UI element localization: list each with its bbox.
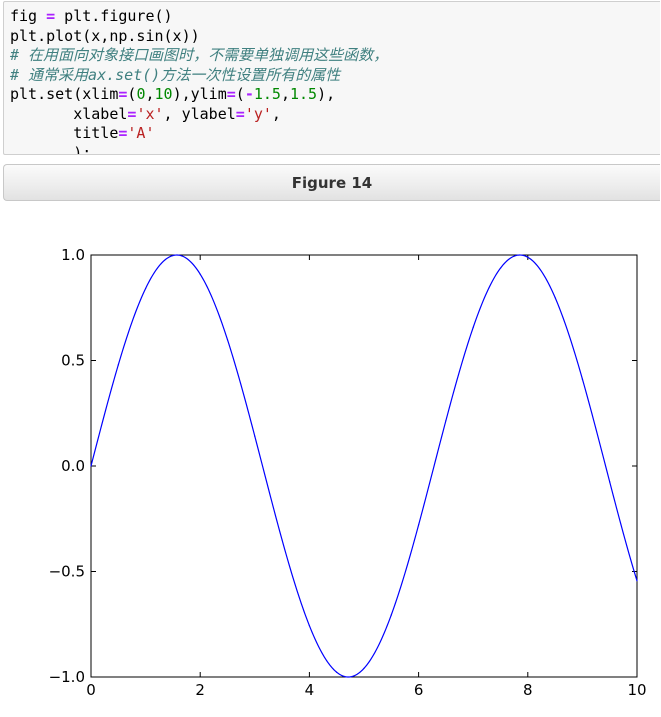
x-tick-label: 10 (627, 681, 646, 699)
code-line: ); (10, 143, 660, 155)
figure-header[interactable]: Figure 14 (3, 164, 660, 201)
code-token: title (10, 124, 119, 142)
code-token: fig (10, 7, 47, 25)
code-token: , ylabel (163, 104, 236, 123)
code-token: # 通常采用ax.set()方法一次性设置所有的属性 (10, 65, 341, 84)
data-point (336, 671, 338, 673)
code-token: - (244, 85, 254, 103)
data-point (499, 267, 502, 269)
data-point (418, 524, 420, 526)
code-line: title='A' (10, 124, 660, 144)
y-tick-label: 0.5 (61, 352, 85, 370)
code-token: 1.5 (253, 85, 281, 103)
x-tick-label: 0 (86, 681, 96, 699)
y-tick-label: 1.0 (61, 246, 85, 264)
code-line: fig = plt.figure() (10, 7, 660, 27)
data-point (554, 297, 556, 299)
y-tick-label: 0.0 (61, 457, 85, 475)
data-point (445, 420, 447, 422)
code-token: = (235, 104, 245, 123)
data-point (90, 465, 92, 467)
x-tick-label: 2 (195, 681, 205, 699)
code-token: ); (10, 143, 92, 155)
data-point (117, 364, 119, 366)
code-token: 'y' (244, 104, 272, 123)
sine-line-chart: 0 2 4 6 8 10 −1.0 −0.5 0.0 0.5 1.0 (49, 246, 647, 699)
data-point (226, 339, 229, 341)
code-token: , (271, 104, 281, 123)
code-token: , (145, 85, 155, 103)
code-token: plt.set(xlim (10, 85, 119, 103)
data-point (527, 256, 529, 258)
data-point (363, 667, 365, 669)
code-token: ), (317, 85, 336, 103)
data-point (199, 273, 201, 275)
code-token: xlabel (10, 104, 128, 123)
x-tick-label: 6 (414, 681, 424, 699)
y-tick-label: −0.5 (49, 563, 85, 581)
code-line: plt.plot(x,np.sin(x)) (10, 27, 660, 47)
y-tick-label: −1.0 (49, 668, 85, 686)
figure-area: 0 2 4 6 8 10 −1.0 −0.5 0.0 0.5 1.0 (0, 205, 661, 717)
code-token: 'A' (127, 124, 155, 142)
code-token: 10 (154, 85, 173, 103)
data-point (472, 326, 474, 328)
code-token: plt.figure() (55, 7, 173, 25)
data-point (145, 287, 147, 290)
data-point (281, 539, 283, 541)
code-line: plt.set(xlim=(0,10),ylim=(-1.5,1.5), (10, 85, 660, 105)
data-point (609, 481, 611, 483)
x-tick-label: 4 (305, 681, 315, 699)
code-token: 1.5 (289, 85, 318, 103)
code-token: , (280, 85, 290, 103)
data-point (254, 435, 256, 437)
data-point (308, 625, 310, 627)
code-token: = (226, 85, 236, 103)
data-point (636, 580, 638, 582)
data-point (172, 255, 174, 257)
code-cell[interactable]: fig = plt.figure() plt.plot(x,np.sin(x)) #… (3, 1, 660, 155)
code-token: plt.plot(x,np.sin(x)) (10, 26, 200, 45)
x-tick-label: 8 (523, 681, 533, 699)
figure-title: Figure 14 (291, 173, 373, 192)
code-line: # 通常采用ax.set()方法一次性设置所有的属性 (10, 66, 660, 86)
code-line: xlabel='x', ylabel='y', (10, 105, 660, 125)
code-token: = (46, 7, 56, 25)
code-token: # 在用面向对象接口画图时，不需要单独调用这些函数， (10, 46, 389, 64)
data-point (581, 378, 584, 380)
plot-frame (90, 254, 638, 678)
code-token: ( (235, 85, 245, 103)
code-token: 'x' (136, 104, 164, 123)
data-point (390, 614, 392, 616)
code-line: # 在用面向对象接口画图时，不需要单独调用这些函数， (10, 46, 660, 66)
notebook-page: fig = plt.figure() plt.plot(x,np.sin(x)) #… (0, 0, 661, 717)
code-token: ),ylim (172, 85, 227, 103)
